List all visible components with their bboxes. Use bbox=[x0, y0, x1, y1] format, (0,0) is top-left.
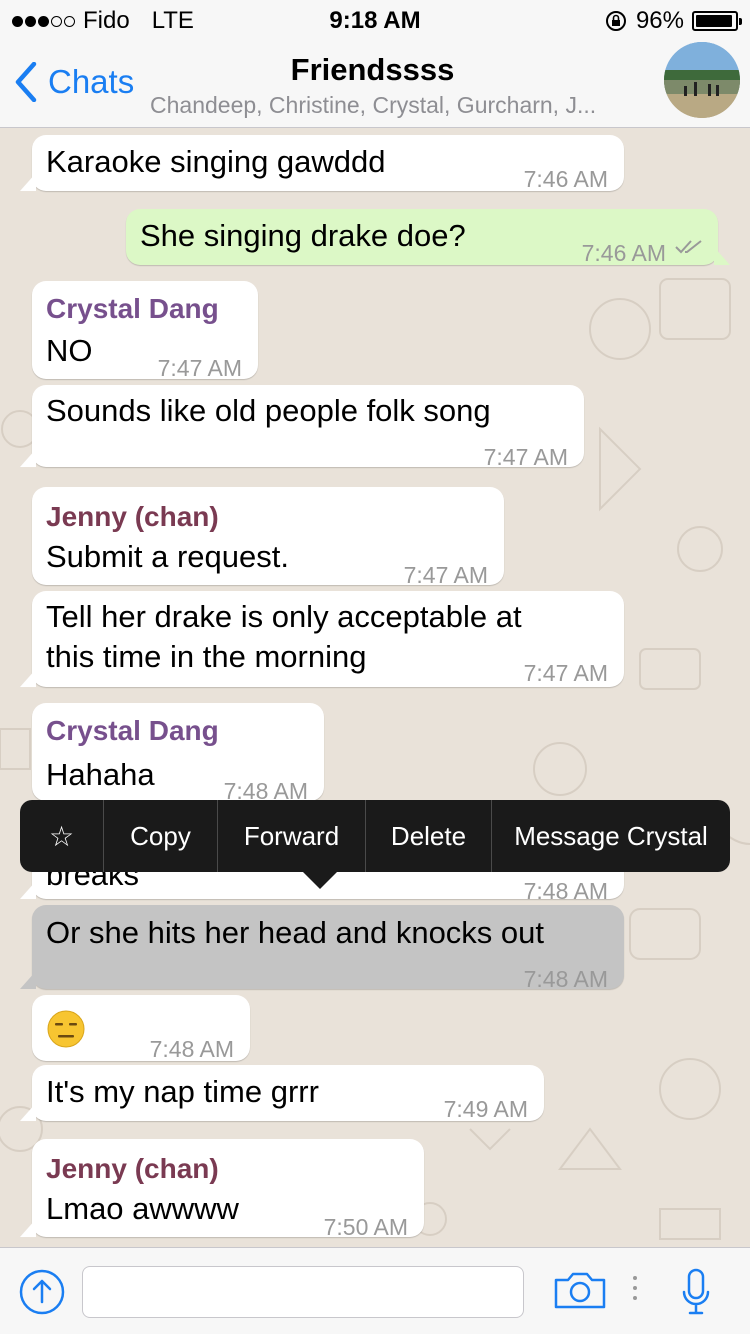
message-time: 7:49 AM bbox=[443, 1096, 528, 1122]
message-input[interactable] bbox=[82, 1266, 524, 1318]
message-time: 7:46 AM bbox=[581, 240, 666, 266]
share-arrow-icon bbox=[19, 1269, 65, 1315]
status-right: 96% bbox=[604, 7, 742, 35]
sender-name[interactable]: Jenny (chan) bbox=[46, 497, 219, 537]
attach-button[interactable] bbox=[18, 1268, 66, 1321]
composer-bar bbox=[0, 1247, 750, 1334]
avatar-photo bbox=[664, 42, 740, 118]
back-button[interactable]: Chats bbox=[14, 62, 134, 102]
message-time: 7:48 AM bbox=[149, 1036, 234, 1062]
context-menu-pointer bbox=[302, 871, 338, 889]
camera-icon bbox=[554, 1272, 606, 1309]
rotation-lock-icon bbox=[605, 11, 626, 31]
message-text: Submit a request. bbox=[46, 539, 289, 574]
message-text: It's my nap time grrr bbox=[46, 1074, 319, 1109]
group-title[interactable]: Friendssss bbox=[150, 52, 595, 88]
message-list[interactable]: Karaoke singing gawddd 7:46 AM She singi… bbox=[0, 129, 750, 1247]
message-bubble[interactable]: Sounds like old people folk song 7:47 AM bbox=[20, 385, 584, 470]
message-bubble[interactable]: Jenny (chan) Lmao awwww 7:50 AM bbox=[20, 1139, 424, 1240]
status-bar: Fido LTE 9:18 AM 96% bbox=[0, 0, 750, 40]
sender-name[interactable]: Crystal Dang bbox=[46, 711, 219, 751]
message-bubble[interactable]: It's my nap time grrr 7:49 AM bbox=[20, 1065, 544, 1122]
message-context-menu: ☆ Copy Forward Delete Message Crystal bbox=[20, 800, 730, 872]
voice-note-button[interactable] bbox=[681, 1268, 711, 1321]
microphone-icon bbox=[682, 1268, 710, 1315]
message-text: Karaoke singing gawddd bbox=[46, 144, 386, 179]
chevron-left-icon bbox=[15, 62, 37, 102]
sender-name[interactable]: Crystal Dang bbox=[46, 289, 219, 329]
forward-button[interactable]: Forward bbox=[218, 800, 366, 872]
message-text: She singing drake doe? bbox=[140, 218, 466, 253]
message-text-line2: this time in the morning bbox=[46, 639, 367, 674]
message-time: 7:50 AM bbox=[323, 1214, 408, 1240]
message-bubble[interactable]: Tell her drake is only acceptable at thi… bbox=[20, 591, 624, 687]
message-crystal-button[interactable]: Message Crystal bbox=[492, 800, 730, 872]
copy-button[interactable]: Copy bbox=[104, 800, 218, 872]
message-time: 7:48 AM bbox=[523, 966, 608, 992]
message-text: Or she hits her head and knocks out bbox=[46, 915, 545, 950]
message-text-line1: Tell her drake is only acceptable at bbox=[46, 599, 522, 634]
message-time: 7:47 AM bbox=[483, 444, 568, 470]
message-time: 7:46 AM bbox=[523, 166, 608, 192]
read-receipt-icon bbox=[675, 240, 702, 254]
message-bubble[interactable]: Crystal Dang Hahaha 7:48 AM bbox=[32, 703, 324, 804]
camera-button[interactable] bbox=[553, 1270, 607, 1315]
message-bubble[interactable]: Karaoke singing gawddd 7:46 AM bbox=[20, 135, 624, 192]
message-bubble-selected[interactable]: Or she hits her head and knocks out 7:48… bbox=[20, 905, 624, 992]
message-bubble[interactable]: Jenny (chan) Submit a request. 7:47 AM bbox=[32, 487, 504, 588]
delete-button[interactable]: Delete bbox=[366, 800, 492, 872]
message-bubble[interactable]: 7:48 AM bbox=[32, 995, 250, 1062]
message-text: Hahaha bbox=[46, 757, 155, 792]
message-text: NO bbox=[46, 333, 93, 368]
battery-percent: 96% bbox=[635, 7, 684, 34]
group-members[interactable]: Chandeep, Christine, Crystal, Gurcharn, … bbox=[150, 92, 650, 119]
message-time: 7:47 AM bbox=[403, 562, 488, 588]
sender-name[interactable]: Jenny (chan) bbox=[46, 1149, 219, 1189]
composer-divider bbox=[633, 1276, 637, 1306]
message-time: 7:47 AM bbox=[157, 355, 242, 381]
battery-icon bbox=[692, 11, 742, 31]
back-label: Chats bbox=[48, 63, 135, 100]
message-bubble-outgoing[interactable]: She singing drake doe? 7:46 AM bbox=[126, 209, 730, 266]
message-text: Sounds like old people folk song bbox=[46, 393, 491, 428]
expressionless-face-icon bbox=[47, 1010, 85, 1048]
group-avatar[interactable] bbox=[664, 42, 740, 118]
star-message-button[interactable]: ☆ bbox=[20, 800, 104, 872]
chat-header: Chats Friendssss Chandeep, Christine, Cr… bbox=[0, 40, 750, 128]
message-time: 7:47 AM bbox=[523, 660, 608, 686]
message-text: Lmao awwww bbox=[46, 1191, 239, 1226]
message-bubble[interactable]: Crystal Dang NO 7:47 AM bbox=[32, 281, 258, 381]
